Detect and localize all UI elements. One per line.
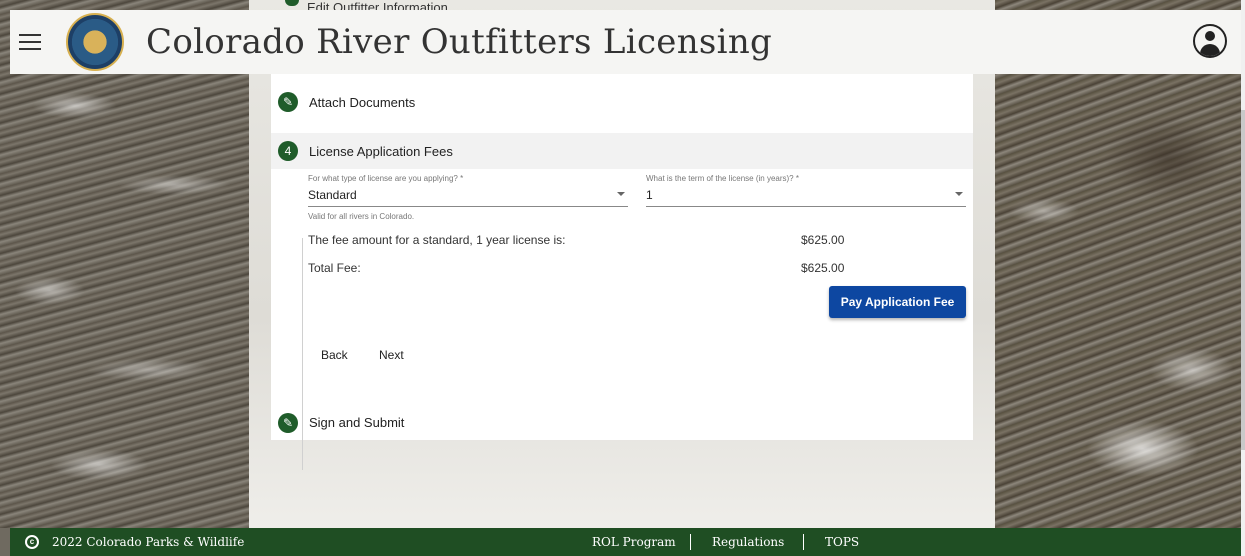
- stepper-card: [271, 74, 973, 470]
- next-button[interactable]: Next: [379, 348, 404, 362]
- license-term-select[interactable]: 1: [646, 188, 653, 202]
- edit-icon[interactable]: ✎: [278, 413, 298, 433]
- step-attach-documents[interactable]: Attach Documents: [309, 95, 415, 110]
- license-type-helper: Valid for all rivers in Colorado.: [308, 212, 415, 221]
- step-number-badge: 4: [278, 141, 298, 161]
- footer-link-regulations[interactable]: Regulations: [712, 535, 784, 549]
- hamburger-menu-icon[interactable]: [19, 34, 41, 50]
- license-type-underline: [308, 206, 628, 207]
- chevron-down-icon[interactable]: [955, 192, 963, 196]
- license-term-underline: [646, 206, 966, 207]
- fee-amount-value: $625.00: [801, 233, 845, 247]
- river-background-right: [995, 0, 1241, 528]
- footer: c 2022 Colorado Parks & Wildlife ROL Pro…: [10, 528, 1241, 556]
- copyright-icon: c: [25, 535, 39, 549]
- app-header: Colorado River Outfitters Licensing: [10, 10, 1241, 74]
- license-type-label: For what type of license are you applyin…: [308, 174, 464, 183]
- footer-link-tops[interactable]: TOPS: [825, 535, 859, 549]
- license-type-select[interactable]: Standard: [308, 188, 357, 202]
- pay-application-fee-button[interactable]: Pay Application Fee: [829, 286, 966, 318]
- footer-divider: [803, 534, 804, 550]
- license-term-label: What is the term of the license (in year…: [646, 174, 799, 183]
- footer-divider: [690, 534, 691, 550]
- account-icon[interactable]: [1193, 24, 1227, 58]
- back-button[interactable]: Back: [321, 348, 348, 362]
- edit-icon[interactable]: ✎: [278, 92, 298, 112]
- footer-link-rol-program[interactable]: ROL Program: [592, 535, 676, 549]
- fee-amount-label: The fee amount for a standard, 1 year li…: [308, 233, 566, 247]
- scrollbar-thumb[interactable]: [1241, 110, 1245, 450]
- step-sign-submit[interactable]: Sign and Submit: [309, 415, 404, 430]
- app-title: Colorado River Outfitters Licensing: [146, 22, 773, 62]
- chevron-down-icon[interactable]: [617, 192, 625, 196]
- total-fee-value: $625.00: [801, 261, 845, 275]
- edit-icon: [285, 0, 299, 6]
- river-background-left: [0, 0, 249, 528]
- copyright-text: 2022 Colorado Parks & Wildlife: [52, 535, 245, 549]
- total-fee-label: Total Fee:: [308, 261, 361, 275]
- step-connector-line: [302, 238, 303, 470]
- step-license-fees[interactable]: License Application Fees: [309, 144, 453, 159]
- cpw-logo: [66, 13, 124, 71]
